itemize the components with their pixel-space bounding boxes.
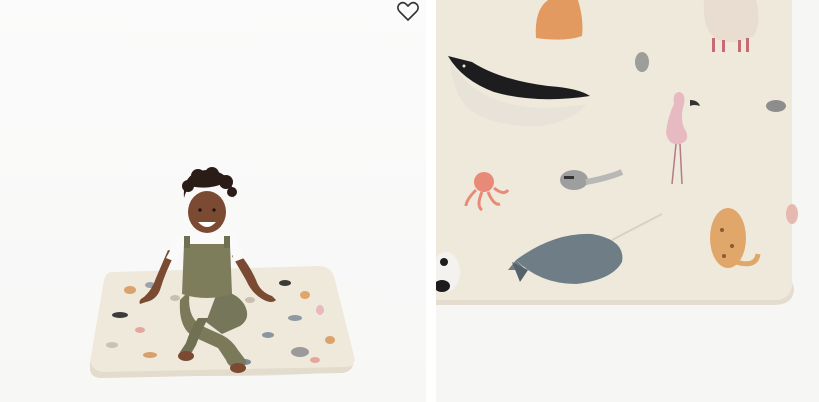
favorite-button[interactable]	[396, 0, 420, 22]
gallery-divider	[426, 0, 436, 402]
closeup-image[interactable]	[436, 0, 819, 402]
right-foot	[230, 363, 246, 373]
heart-outline-icon	[397, 1, 419, 21]
left-foot	[178, 351, 194, 361]
overalls-strap-left	[184, 236, 190, 248]
child-on-play-mat-illustration	[89, 167, 355, 378]
mat-print-closeup-illustration	[436, 0, 798, 305]
pink-animal-edge	[786, 204, 798, 224]
quail	[766, 100, 786, 112]
orange-animal	[535, 0, 583, 40]
overalls-strap-right	[224, 236, 230, 248]
overalls-bib	[182, 244, 232, 298]
squirrel	[635, 52, 649, 72]
lifestyle-image[interactable]	[0, 0, 426, 402]
